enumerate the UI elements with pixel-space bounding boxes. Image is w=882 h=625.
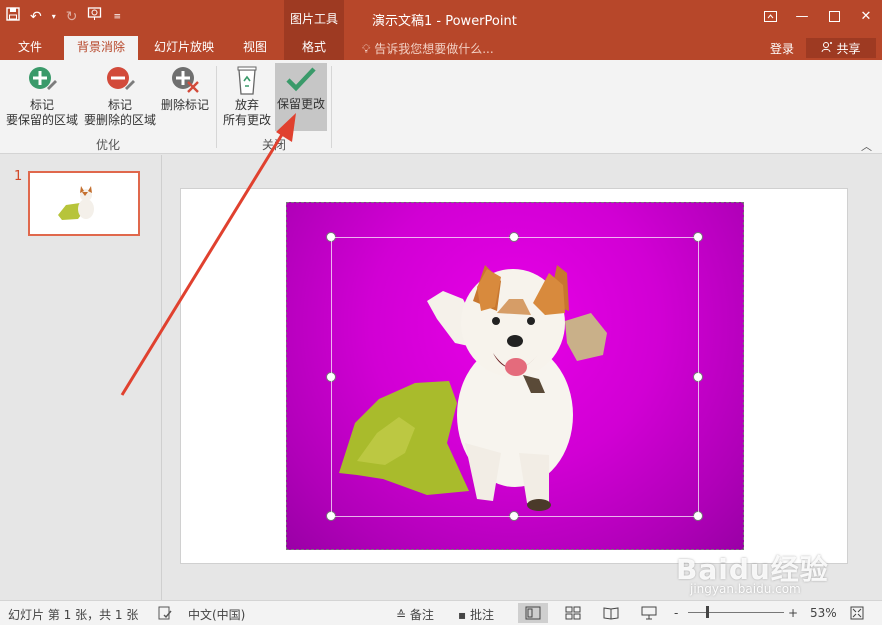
delete-mark-label: 删除标记 — [160, 98, 209, 112]
tab-remove-background[interactable]: 背景消除 — [64, 36, 138, 60]
collapse-ribbon-icon[interactable]: ︿ — [861, 138, 872, 154]
ribbon-tab-row: 文件 背景消除 幻灯片放映 视图 格式 💡︎ 告诉我您想要做什么... 登录 共… — [0, 36, 882, 60]
tab-slideshow[interactable]: 幻灯片放映 — [146, 36, 222, 60]
lightbulb-icon: 💡︎ — [362, 42, 371, 56]
slideshow-view-icon — [641, 606, 657, 620]
slide-thumbnail[interactable] — [28, 171, 140, 236]
window-controls: — ✕ — [754, 0, 882, 32]
delete-mark-icon — [168, 64, 202, 96]
zoom-slider-thumb[interactable] — [706, 606, 709, 618]
redo-icon[interactable]: ↻ — [66, 8, 78, 26]
tell-me-placeholder: 告诉我您想要做什么... — [374, 42, 494, 56]
minus-pencil-icon — [103, 64, 137, 96]
comments-button[interactable]: ▪ 批注 — [458, 606, 494, 623]
keep-changes-label: 保留更改 — [276, 97, 325, 111]
comments-label: 批注 — [469, 608, 494, 622]
group-separator — [331, 66, 332, 148]
tab-view[interactable]: 视图 — [230, 36, 280, 60]
fit-to-window-icon[interactable] — [850, 606, 864, 623]
watermark-url: jingyan.baidu.com — [690, 582, 801, 596]
comment-icon: ▪ — [458, 608, 467, 622]
ribbon-panel: 标记 要保留的区域 标记 要删除的区域 删除标记 优化 放弃 所有更改 保留更改… — [0, 60, 882, 154]
zoom-in-button[interactable]: + — [788, 606, 798, 620]
mark-areas-to-remove-button[interactable]: 标记 要删除的区域 — [82, 64, 158, 128]
minimize-icon[interactable]: — — [786, 0, 818, 32]
checkmark-icon — [284, 63, 318, 95]
zoom-out-button[interactable]: - — [674, 606, 678, 620]
notes-icon: ≙ — [396, 608, 407, 622]
slide-number: 1 — [14, 169, 23, 184]
mark-remove-line2: 要删除的区域 — [83, 113, 156, 127]
notes-label: 备注 — [409, 608, 434, 622]
discard-line2: 所有更改 — [222, 113, 271, 127]
group-separator — [216, 66, 217, 148]
share-label: 共享 — [836, 41, 861, 56]
plus-pencil-icon — [25, 64, 59, 96]
reading-view-icon — [603, 607, 619, 620]
notes-button[interactable]: ≙ 备注 — [396, 606, 434, 623]
zoom-slider-track[interactable] — [688, 612, 784, 613]
recycle-bin-icon — [230, 64, 264, 96]
save-icon[interactable] — [6, 7, 20, 26]
slide-editor — [163, 155, 882, 600]
normal-view-icon — [525, 606, 541, 620]
zoom-level[interactable]: 53% — [810, 606, 837, 620]
document-title: 演示文稿1 - PowerPoint — [372, 14, 517, 29]
selection-marquee — [331, 237, 699, 517]
slide-sorter-icon — [565, 606, 581, 620]
mark-keep-line1: 标记 — [29, 98, 54, 112]
undo-dropdown-icon[interactable]: ▾ — [52, 8, 56, 26]
delete-mark-button[interactable]: 删除标记 — [158, 64, 212, 113]
title-bar: ↶ ▾ ↻ ≡ 图片工具 演示文稿1 - PowerPoint — ✕ — [0, 0, 882, 36]
quick-access-toolbar: ↶ ▾ ↻ ≡ — [6, 6, 121, 27]
slideshow-view-button[interactable] — [634, 603, 664, 623]
language-indicator[interactable]: 中文(中国) — [188, 606, 245, 623]
slide-thumbnail-panel: 1 — [0, 155, 162, 600]
mark-areas-to-keep-button[interactable]: 标记 要保留的区域 — [4, 64, 80, 128]
maximize-icon[interactable] — [818, 0, 850, 32]
picture-tools-context-title: 图片工具 — [284, 0, 344, 36]
spellcheck-icon[interactable] — [158, 606, 172, 623]
share-button[interactable]: 共享 — [806, 38, 876, 58]
slide-sorter-button[interactable] — [558, 603, 588, 623]
close-icon[interactable]: ✕ — [850, 0, 882, 32]
tab-file[interactable]: 文件 — [4, 36, 56, 60]
mark-keep-line2: 要保留的区域 — [5, 113, 78, 127]
discard-line1: 放弃 — [234, 98, 259, 112]
tab-format[interactable]: 格式 — [284, 36, 344, 60]
customize-qat-icon[interactable]: ≡ — [113, 8, 121, 26]
slide-info: 幻灯片 第 1 张，共 1 张 — [8, 608, 139, 622]
group-label-close: 关闭 — [262, 138, 287, 152]
sign-in-link[interactable]: 登录 — [770, 40, 794, 57]
group-label-refine: 优化 — [96, 138, 121, 152]
status-bar: 幻灯片 第 1 张，共 1 张 中文(中国) ≙ 备注 ▪ 批注 - + 53% — [0, 600, 882, 625]
normal-view-button[interactable] — [518, 603, 548, 623]
share-person-icon — [821, 41, 833, 56]
picture-background-removal[interactable] — [286, 202, 744, 550]
tell-me-box[interactable]: 💡︎ 告诉我您想要做什么... — [362, 40, 494, 57]
start-slideshow-icon[interactable] — [87, 6, 103, 27]
undo-icon[interactable]: ↶ — [30, 8, 42, 26]
discard-all-changes-button[interactable]: 放弃 所有更改 — [221, 64, 273, 128]
keep-changes-button[interactable]: 保留更改 — [275, 63, 327, 131]
reading-view-button[interactable] — [596, 603, 626, 623]
mark-remove-line1: 标记 — [107, 98, 132, 112]
ribbon-display-options-icon[interactable] — [754, 0, 786, 32]
slide-canvas[interactable] — [180, 188, 848, 564]
